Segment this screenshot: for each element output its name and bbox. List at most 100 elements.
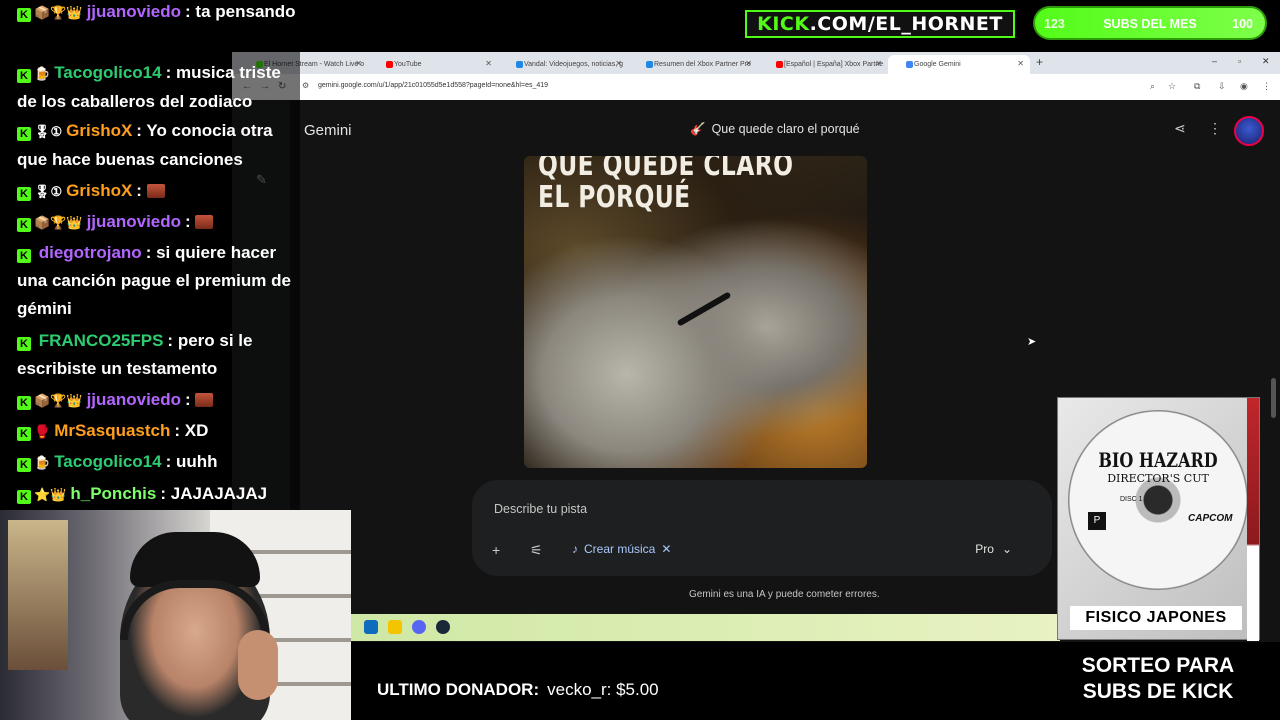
youtube-icon bbox=[386, 61, 393, 68]
tab-gemini[interactable]: Google Gemini ✕ bbox=[888, 55, 1030, 74]
disc-caption: FISICO JAPONES bbox=[1070, 606, 1242, 630]
chat-title[interactable]: 🎸 Que quede claro el porqué bbox=[690, 122, 860, 137]
chat-message: K 🍺 Tacogolico14: musica triste de los cab… bbox=[17, 63, 281, 111]
edge-icon[interactable] bbox=[364, 620, 378, 634]
kick-badge-icon: K bbox=[17, 8, 31, 22]
chat-message: K 🍺 Tacogolico14: uuhh bbox=[17, 448, 302, 477]
account-avatar[interactable] bbox=[1234, 116, 1264, 146]
hand bbox=[238, 630, 278, 700]
site-info-icon[interactable]: ⚙ bbox=[302, 81, 309, 90]
extensions-icon[interactable]: ⧉ bbox=[1194, 81, 1200, 92]
close-icon[interactable]: ✕ bbox=[875, 59, 882, 68]
remove-chip-icon[interactable]: ✕ bbox=[661, 542, 671, 556]
emote-icon bbox=[195, 215, 214, 229]
subs-goal-bar: 123 SUBS DEL MES 100 bbox=[1033, 6, 1267, 40]
chat-message: K FRANCO25FPS: pero si le escribiste un … bbox=[17, 331, 253, 378]
taskbar bbox=[350, 614, 1060, 641]
kick-badge-icon: K bbox=[17, 458, 31, 472]
subs-label: SUBS DEL MES bbox=[1103, 17, 1197, 31]
maximize-button[interactable]: ▫ bbox=[1238, 56, 1241, 66]
kick-badge-icon: K bbox=[17, 337, 31, 351]
tools-icon[interactable]: ⚟ bbox=[530, 542, 543, 559]
vandal-icon bbox=[516, 61, 523, 68]
cover-crack bbox=[676, 291, 732, 327]
last-donor: ULTIMO DONADOR: vecko_r: $5.00 bbox=[377, 680, 659, 699]
playstation-icon: P bbox=[1088, 512, 1106, 530]
chat-message: K 📦🏆👑 jjuanoviedo: ta pensando bbox=[17, 0, 302, 27]
close-icon[interactable]: ✕ bbox=[1017, 59, 1024, 68]
kick-badge-icon: K bbox=[17, 427, 31, 441]
cap bbox=[130, 532, 260, 587]
scrollbar[interactable] bbox=[1271, 378, 1276, 418]
kick-badge-icon: K bbox=[17, 187, 31, 201]
webcam-feed bbox=[0, 510, 351, 720]
chat-message: K 📦🏆👑 jjuanoviedo: bbox=[17, 386, 302, 415]
giveaway-text: SORTEO PARA SUBS DE KICK bbox=[1081, 654, 1235, 703]
new-tab-button[interactable]: + bbox=[1036, 55, 1043, 69]
subs-goal: 100 bbox=[1232, 17, 1253, 31]
xbox-icon bbox=[646, 61, 653, 68]
chevron-down-icon: ⌄ bbox=[1001, 542, 1012, 556]
kick-badge-icon: K bbox=[17, 218, 31, 232]
tab-youtube[interactable]: YouTube ✕ bbox=[368, 55, 498, 74]
music-note-icon: ♪ bbox=[572, 542, 578, 556]
cover-title: QUE QUEDE CLARO EL PORQUÉ bbox=[538, 156, 794, 216]
disc-title: BIO HAZARD bbox=[1098, 448, 1218, 472]
mouse-cursor-icon: ➤ bbox=[1027, 336, 1037, 348]
disclaimer-text: Gemini es una IA y puede cometer errores… bbox=[689, 589, 880, 600]
close-icon[interactable]: ✕ bbox=[355, 59, 362, 68]
tab-xbox-resumen[interactable]: Resumen del Xbox Partner Pre ✕ bbox=[628, 55, 758, 74]
game-disc-panel: BIO HAZARD DIRECTOR'S CUT DISC 1 P CAPCO… bbox=[1057, 397, 1260, 641]
gemini-icon bbox=[906, 61, 913, 68]
more-options-icon[interactable]: ⋮ bbox=[1208, 120, 1222, 137]
publisher-logo: CAPCOM bbox=[1188, 513, 1233, 524]
chat-message: K 🥊 MrSasquastch: XD bbox=[17, 417, 302, 446]
add-icon[interactable]: + bbox=[492, 542, 500, 558]
model-selector[interactable]: Pro ⌄ bbox=[975, 542, 1012, 556]
emote-icon bbox=[195, 393, 214, 407]
downloads-icon[interactable]: ⇩ bbox=[1218, 81, 1226, 92]
stream-chat: K 📦🏆👑 jjuanoviedo: ta pensando K 🍺 Tacogolic… bbox=[0, 0, 300, 510]
url-field[interactable]: gemini.google.com/u/1/app/21c01055d5e1d5… bbox=[318, 82, 548, 89]
menu-icon[interactable]: ⋮ bbox=[1262, 81, 1271, 92]
steam-icon[interactable] bbox=[436, 620, 450, 634]
disc-subtitle: DIRECTOR'S CUT bbox=[1107, 472, 1209, 485]
chat-message: K 🎖① GrishoX: bbox=[17, 177, 302, 206]
close-icon[interactable]: ✕ bbox=[485, 59, 492, 68]
kick-badge-icon: K bbox=[17, 396, 31, 410]
explorer-icon[interactable] bbox=[388, 620, 402, 634]
tab-strip: El Hornet Stream - Watch Live o ✕ YouTube… bbox=[232, 52, 1280, 74]
discord-icon[interactable] bbox=[412, 620, 426, 634]
tab-vandal[interactable]: Vandal: Videojuegos, noticias, g ✕ bbox=[498, 55, 628, 74]
kick-badge-icon: K bbox=[17, 127, 31, 141]
prompt-box: Describe tu pista + ⚟ ♪ Crear música ✕ Pro… bbox=[472, 480, 1052, 576]
prompt-input[interactable]: Describe tu pista bbox=[494, 502, 587, 516]
poster bbox=[8, 520, 68, 670]
youtube-icon bbox=[776, 61, 783, 68]
case-spine bbox=[1247, 398, 1259, 641]
emote-icon bbox=[146, 184, 165, 198]
kick-badge-icon: K bbox=[17, 490, 31, 504]
share-icon[interactable]: ⋖ bbox=[1174, 120, 1186, 137]
gemini-app-name: Gemini bbox=[304, 122, 352, 139]
disc-number: DISC 1 bbox=[1120, 496, 1143, 503]
chat-message: K 🎖① GrishoX: Yo conocia otra que hace bue… bbox=[17, 121, 273, 169]
minimize-button[interactable]: – bbox=[1212, 56, 1217, 66]
close-window-button[interactable]: ✕ bbox=[1262, 56, 1270, 67]
guitar-icon: 🎸 bbox=[690, 122, 706, 136]
address-bar: ← → ↻ ⚙ gemini.google.com/u/1/app/21c010… bbox=[232, 74, 1280, 100]
kick-channel-banner: KICK .COM/EL_HORNET bbox=[745, 10, 1015, 38]
zoom-icon[interactable]: ⌕ bbox=[1150, 81, 1155, 92]
chat-message: K diegotrojano: si quiere hacer una canc… bbox=[17, 243, 291, 318]
close-icon[interactable]: ✕ bbox=[615, 59, 622, 68]
kick-badge-icon: K bbox=[17, 249, 31, 263]
create-music-chip[interactable]: ♪ Crear música ✕ bbox=[572, 542, 671, 556]
tab-xbox-youtube[interactable]: [Español | España] Xbox Partne ✕ bbox=[758, 55, 888, 74]
close-icon[interactable]: ✕ bbox=[745, 59, 752, 68]
music-cover-image[interactable]: QUE QUEDE CLARO EL PORQUÉ bbox=[524, 156, 867, 468]
chat-message: K 📦🏆👑 jjuanoviedo: bbox=[17, 208, 302, 237]
bookmark-star-icon[interactable]: ☆ bbox=[1168, 81, 1176, 92]
game-disc: BIO HAZARD DIRECTOR'S CUT DISC 1 P CAPCO… bbox=[1068, 410, 1248, 590]
kick-badge-icon: K bbox=[17, 69, 31, 83]
profile-icon[interactable]: ◉ bbox=[1240, 81, 1248, 92]
